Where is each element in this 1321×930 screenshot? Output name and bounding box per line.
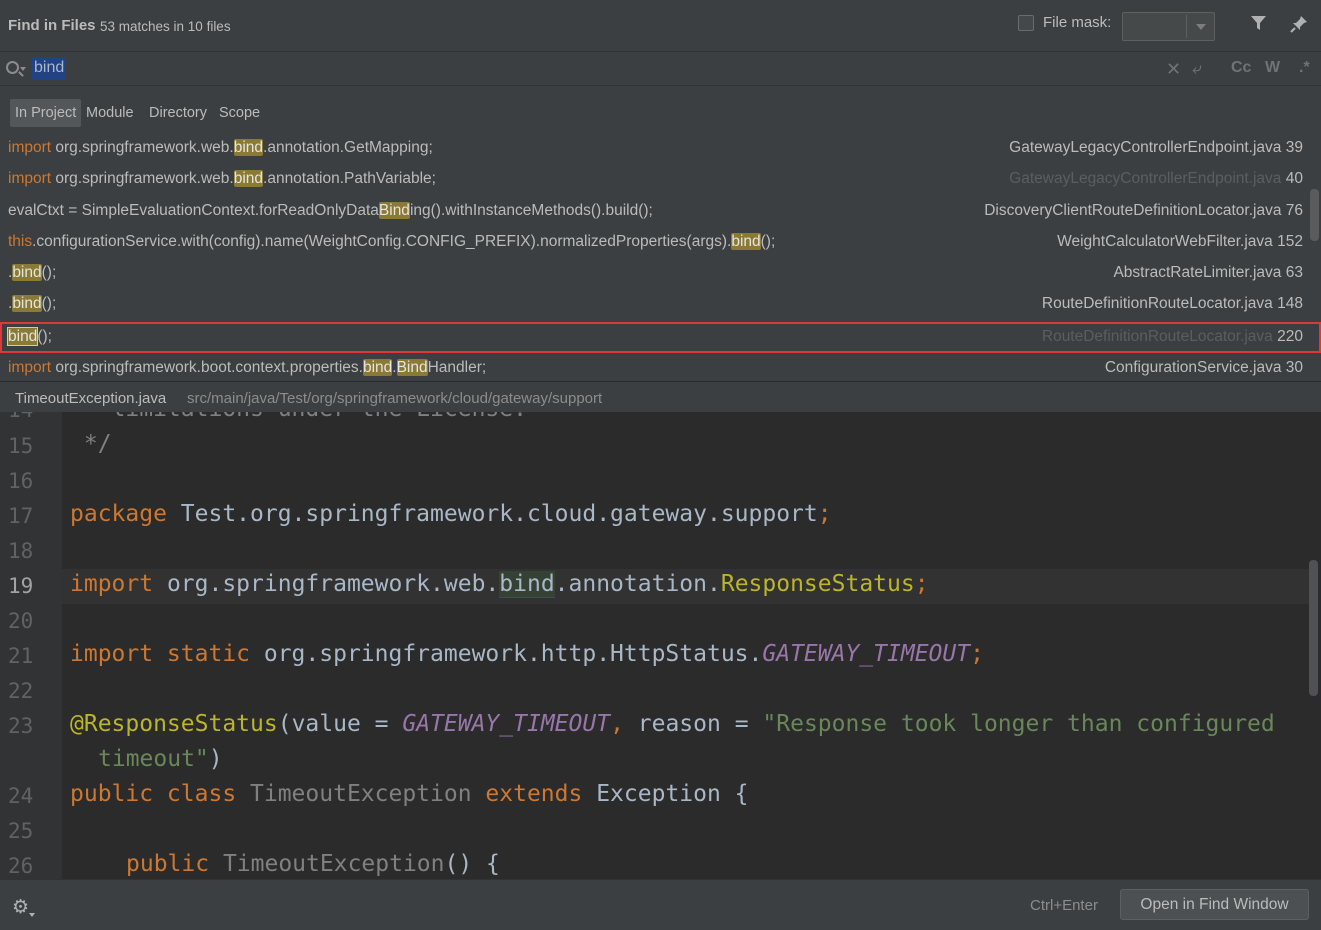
line-number: 16 bbox=[8, 469, 34, 493]
chevron-down-icon[interactable] bbox=[1196, 24, 1206, 30]
result-file: RouteDefinitionRouteLocator.java 148 bbox=[1041, 295, 1303, 312]
scope-tabs: In Project Module Directory Scope bbox=[0, 87, 1321, 129]
line-number-current: 19 bbox=[8, 574, 34, 598]
result-row[interactable]: .bind(); AbstractRateLimiter.java 63 bbox=[0, 258, 1310, 289]
line-number: 14 bbox=[8, 412, 48, 422]
result-code: bind(); bbox=[6, 327, 52, 346]
pin-icon[interactable] bbox=[1289, 14, 1309, 39]
result-row[interactable]: import org.springframework.web.bind.anno… bbox=[0, 133, 1310, 164]
search-input[interactable]: bind bbox=[32, 57, 67, 80]
filter-icon[interactable] bbox=[1250, 14, 1267, 37]
result-row[interactable]: .bind(); RouteDefinitionRouteLocator.jav… bbox=[0, 289, 1310, 320]
file-mask-combo[interactable] bbox=[1122, 12, 1215, 41]
result-row-selected[interactable]: bind(); RouteDefinitionRouteLocator.java… bbox=[0, 322, 1321, 353]
line-gutter: 14 15 16 17 18 19 20 21 22 23 24 25 26 bbox=[0, 412, 62, 879]
result-code: import org.springframework.web.bind.anno… bbox=[8, 139, 433, 156]
dialog-footer: ⚙ Ctrl+Enter Open in Find Window bbox=[0, 879, 1321, 930]
code-line: import static org.springframework.http.H… bbox=[70, 641, 984, 667]
line-number: 22 bbox=[8, 679, 34, 703]
result-row[interactable]: evalCtxt = SimpleEvaluationContext.forRe… bbox=[0, 196, 1310, 227]
newline-icon[interactable]: ⤶ bbox=[1192, 59, 1202, 79]
editor-scrollbar[interactable] bbox=[1309, 560, 1318, 696]
tab-module[interactable]: Module bbox=[81, 99, 139, 127]
line-number: 18 bbox=[8, 539, 34, 563]
clear-icon[interactable]: ✕ bbox=[1166, 59, 1181, 80]
result-code: .bind(); bbox=[8, 295, 57, 312]
dialog-title: Find in Files bbox=[8, 17, 96, 34]
result-code: import org.springframework.web.bind.anno… bbox=[8, 170, 436, 187]
result-file: AbstractRateLimiter.java 63 bbox=[1113, 264, 1303, 281]
file-mask-checkbox[interactable] bbox=[1018, 14, 1034, 31]
preview-file-name: TimeoutException.java bbox=[15, 390, 167, 407]
result-code: evalCtxt = SimpleEvaluationContext.forRe… bbox=[8, 202, 653, 219]
code-line: @ResponseStatus(value = GATEWAY_TIMEOUT,… bbox=[70, 711, 1275, 737]
line-number: 21 bbox=[8, 644, 34, 668]
result-code: .bind(); bbox=[8, 264, 57, 281]
results-list: import org.springframework.web.bind.anno… bbox=[0, 133, 1321, 380]
results-scrollbar[interactable] bbox=[1310, 189, 1319, 241]
result-code: this.configurationService.with(config).n… bbox=[8, 233, 776, 250]
match-case-icon[interactable]: Cc bbox=[1231, 59, 1251, 77]
code-preview[interactable]: 14 15 16 17 18 19 20 21 22 23 24 25 26 *… bbox=[0, 412, 1321, 879]
code-line: public TimeoutException() { bbox=[126, 851, 500, 877]
line-number: 17 bbox=[8, 504, 34, 528]
line-number: 26 bbox=[8, 854, 34, 878]
file-mask-toggle[interactable]: File mask: bbox=[1018, 14, 1111, 31]
file-mask-label: File mask: bbox=[1043, 14, 1112, 31]
line-number: 25 bbox=[8, 819, 34, 843]
result-file: WeightCalculatorWebFilter.java 152 bbox=[1057, 233, 1303, 250]
shortcut-hint: Ctrl+Enter bbox=[1030, 897, 1098, 914]
result-file: DiscoveryClientRouteDefinitionLocator.ja… bbox=[984, 202, 1303, 219]
search-bar: bind ✕ ⤶ Cc W .* bbox=[0, 53, 1321, 86]
line-number: 20 bbox=[8, 609, 34, 633]
result-row[interactable]: import org.springframework.boot.context.… bbox=[0, 353, 1310, 384]
code-line: * limitations under the License. bbox=[70, 412, 527, 422]
code-line: package Test.org.springframework.cloud.g… bbox=[70, 501, 832, 527]
words-icon[interactable]: W bbox=[1265, 59, 1280, 77]
line-number: 15 bbox=[8, 434, 34, 458]
open-in-find-window-button[interactable]: Open in Find Window bbox=[1120, 889, 1309, 920]
find-header: Find in Files 53 matches in 10 files Fil… bbox=[0, 0, 1321, 52]
result-row[interactable]: import org.springframework.web.bind.anno… bbox=[0, 164, 1310, 195]
result-file: GatewayLegacyControllerEndpoint.java 40 bbox=[1009, 170, 1303, 187]
code-line: */ bbox=[70, 431, 112, 457]
result-file: GatewayLegacyControllerEndpoint.java 39 bbox=[1009, 139, 1303, 156]
gear-icon[interactable]: ⚙ bbox=[12, 896, 29, 919]
preview-path-bar: TimeoutException.java src/main/java/Test… bbox=[0, 381, 1321, 412]
match-count: 53 matches in 10 files bbox=[100, 19, 231, 34]
chevron-down-icon[interactable] bbox=[29, 913, 35, 917]
tab-directory[interactable]: Directory bbox=[144, 99, 212, 127]
code-line-wrap: timeout") bbox=[98, 746, 223, 772]
regex-icon[interactable]: .* bbox=[1299, 59, 1310, 77]
line-number: 23 bbox=[8, 714, 34, 738]
tab-scope[interactable]: Scope bbox=[214, 99, 265, 127]
line-number: 24 bbox=[8, 784, 34, 808]
search-history-icon[interactable] bbox=[20, 67, 26, 71]
code-line: import org.springframework.web.bind.anno… bbox=[70, 571, 929, 598]
result-code: import org.springframework.boot.context.… bbox=[8, 359, 487, 376]
result-file: RouteDefinitionRouteLocator.java 220 bbox=[1041, 328, 1303, 345]
search-icon[interactable] bbox=[6, 61, 19, 74]
combo-divider bbox=[1186, 15, 1187, 38]
result-row[interactable]: this.configurationService.with(config).n… bbox=[0, 227, 1310, 258]
result-file: ConfigurationService.java 30 bbox=[1104, 359, 1303, 376]
preview-file-path: src/main/java/Test/org/springframework/c… bbox=[187, 390, 603, 407]
code-line: public class TimeoutException extends Ex… bbox=[70, 781, 749, 807]
tab-in-project[interactable]: In Project bbox=[10, 99, 82, 127]
